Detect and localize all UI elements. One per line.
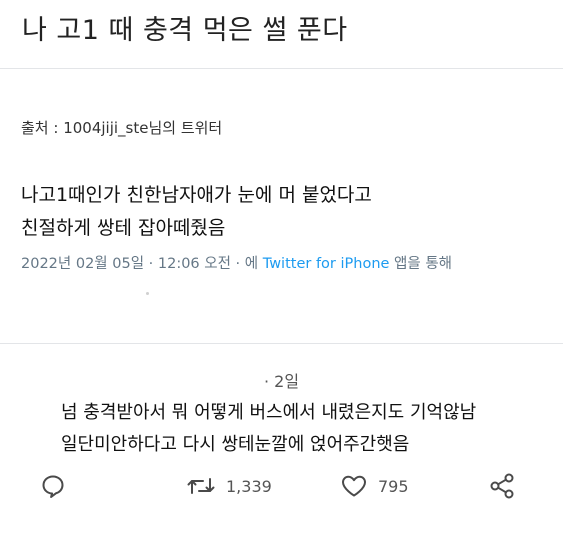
post-title: 나 고1 때 충격 먹은 썰 푼다 <box>22 15 348 46</box>
tweet-via-link[interactable]: Twitter for iPhone <box>263 256 390 272</box>
tweet-text-line2: 친절하게 쌍테 잡아떼줬음 <box>21 217 226 239</box>
share-icon <box>490 473 514 499</box>
reply-time: · 2일 <box>264 372 300 391</box>
divider-dot <box>146 292 149 295</box>
tweet-text-line1: 나고1때인가 친한남자애가 눈에 머 붙었다고 <box>21 184 372 206</box>
comment-icon <box>42 475 64 498</box>
reply-text-line1: 넘 충격받아서 뭐 어떻게 버스에서 내렸은지도 기억않남 <box>61 402 477 423</box>
retweet-button[interactable]: 1,339 <box>186 468 272 504</box>
divider <box>0 68 563 69</box>
retweet-count: 1,339 <box>226 476 272 496</box>
retweet-icon <box>187 478 215 494</box>
tweet-date: 2022년 02월 05일 · 12:06 오전 · 에 <box>21 256 259 272</box>
share-button[interactable] <box>488 468 516 504</box>
divider <box>0 343 563 344</box>
like-button[interactable]: 795 <box>340 468 409 504</box>
tweet-meta: 2022년 02월 05일 · 12:06 오전 · 에 Twitter for… <box>21 252 452 273</box>
tweet-via-suffix: 앱을 통해 <box>394 256 453 272</box>
heart-icon <box>342 475 366 497</box>
like-count: 795 <box>378 476 409 496</box>
reply-text-line2: 일단미안하다고 다시 쌍테눈깔에 얹어주간햇음 <box>61 434 410 455</box>
source-credit: 출처 : 1004jiji_ste님의 트위터 <box>21 119 223 137</box>
reply-button[interactable] <box>40 468 66 504</box>
